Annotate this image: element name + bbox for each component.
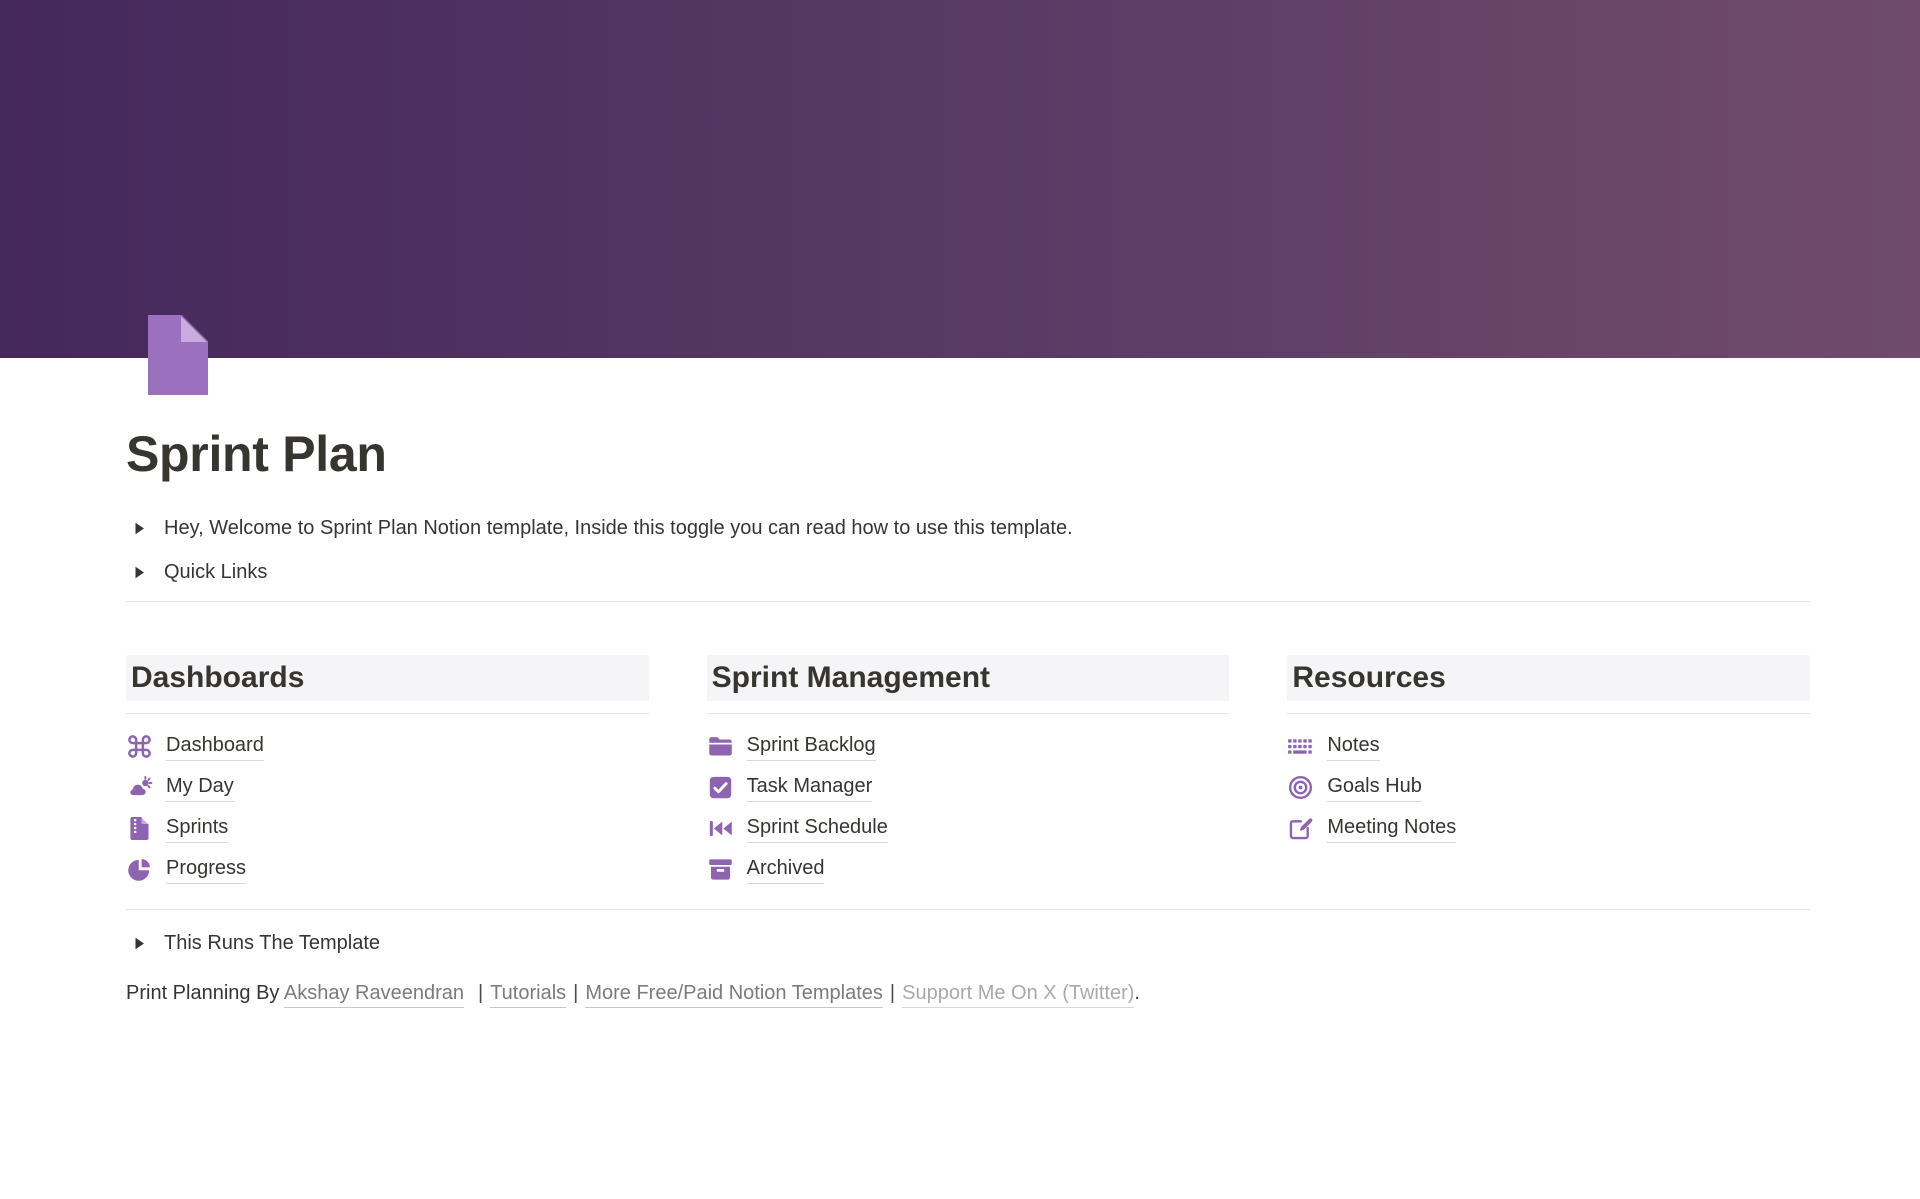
page-link-label: Sprint Backlog <box>747 733 876 761</box>
toggle-triangle-icon[interactable] <box>133 936 157 951</box>
credits-prefix: Print Planning By <box>126 982 284 1004</box>
page-link-label: My Day <box>166 774 234 802</box>
page-link-label: Task Manager <box>747 774 873 802</box>
page-link-goals-hub[interactable]: Goals Hub <box>1287 767 1810 808</box>
page-icon[interactable] <box>146 315 208 395</box>
toggle-runs-template-label: This Runs The Template <box>164 928 380 958</box>
divider <box>126 909 1810 910</box>
page-link-sprint-backlog[interactable]: Sprint Backlog <box>707 726 1230 767</box>
credits-line: Print Planning By Akshay Raveendran | Tuto… <box>126 975 1810 1011</box>
toggle-triangle-icon[interactable] <box>133 521 157 536</box>
journal-icon <box>126 815 153 842</box>
toggle-quick-links-label: Quick Links <box>164 557 267 587</box>
credits-link-author[interactable]: Akshay Raveendran <box>284 982 464 1008</box>
page-link-meeting-notes[interactable]: Meeting Notes <box>1287 808 1810 849</box>
page-link-sprints[interactable]: Sprints <box>126 808 649 849</box>
credits-link-tutorials[interactable]: Tutorials <box>490 982 566 1008</box>
toggle-runs-template[interactable]: This Runs The Template <box>126 921 1810 965</box>
credits-separator: | <box>573 982 578 1004</box>
target-icon <box>1287 774 1314 801</box>
credits-link-templates[interactable]: More Free/Paid Notion Templates <box>585 982 883 1008</box>
credits-separator: | <box>890 982 895 1004</box>
page-link-label: Sprint Schedule <box>747 815 888 843</box>
archive-icon <box>707 856 734 883</box>
column-sprint-management: Sprint Management Sprint Backlog <box>707 655 1230 890</box>
keyboard-icon <box>1287 733 1314 760</box>
page-link-dashboard[interactable]: Dashboard <box>126 726 649 767</box>
credits-suffix: . <box>1134 982 1140 1004</box>
page-link-notes[interactable]: Notes <box>1287 726 1810 767</box>
edit-icon <box>1287 815 1314 842</box>
page-link-my-day[interactable]: My Day <box>126 767 649 808</box>
document-page-icon <box>146 315 208 395</box>
checkbox-icon <box>707 774 734 801</box>
column-resources: Resources Notes <box>1287 655 1810 890</box>
toggle-welcome-label: Hey, Welcome to Sprint Plan Notion templ… <box>164 513 1073 543</box>
page-cover <box>0 0 1920 358</box>
column-header-dashboards: Dashboards <box>126 655 649 701</box>
divider <box>1287 713 1810 714</box>
column-header-sprint-management: Sprint Management <box>707 655 1230 701</box>
page-link-label: Archived <box>747 856 825 884</box>
toggle-triangle-icon[interactable] <box>133 565 157 580</box>
column-dashboards: Dashboards Dashboard <box>126 655 649 890</box>
toggle-quick-links[interactable]: Quick Links <box>126 550 1810 594</box>
rewind-icon <box>707 815 734 842</box>
page-title: Sprint Plan <box>126 424 1810 484</box>
page-link-label: Goals Hub <box>1327 774 1422 802</box>
command-icon <box>126 733 153 760</box>
divider <box>126 713 649 714</box>
page-link-label: Progress <box>166 856 246 884</box>
folder-icon <box>707 733 734 760</box>
link-columns: Dashboards Dashboard <box>126 655 1810 890</box>
sun-cloud-icon <box>126 774 153 801</box>
page-link-progress[interactable]: Progress <box>126 849 649 890</box>
toggle-welcome[interactable]: Hey, Welcome to Sprint Plan Notion templ… <box>126 506 1810 550</box>
divider <box>707 713 1230 714</box>
page-link-label: Sprints <box>166 815 228 843</box>
credits-separator: | <box>478 982 483 1004</box>
page-link-archived[interactable]: Archived <box>707 849 1230 890</box>
page-link-label: Notes <box>1327 733 1379 761</box>
pie-chart-icon <box>126 856 153 883</box>
page-link-label: Meeting Notes <box>1327 815 1456 843</box>
credits-link-twitter[interactable]: Support Me On X (Twitter) <box>902 982 1134 1008</box>
page-link-sprint-schedule[interactable]: Sprint Schedule <box>707 808 1230 849</box>
page-content: Sprint Plan Hey, Welcome to Sprint Plan … <box>0 424 1920 1011</box>
page-link-label: Dashboard <box>166 733 264 761</box>
column-header-resources: Resources <box>1287 655 1810 701</box>
page-link-task-manager[interactable]: Task Manager <box>707 767 1230 808</box>
divider <box>126 601 1810 602</box>
